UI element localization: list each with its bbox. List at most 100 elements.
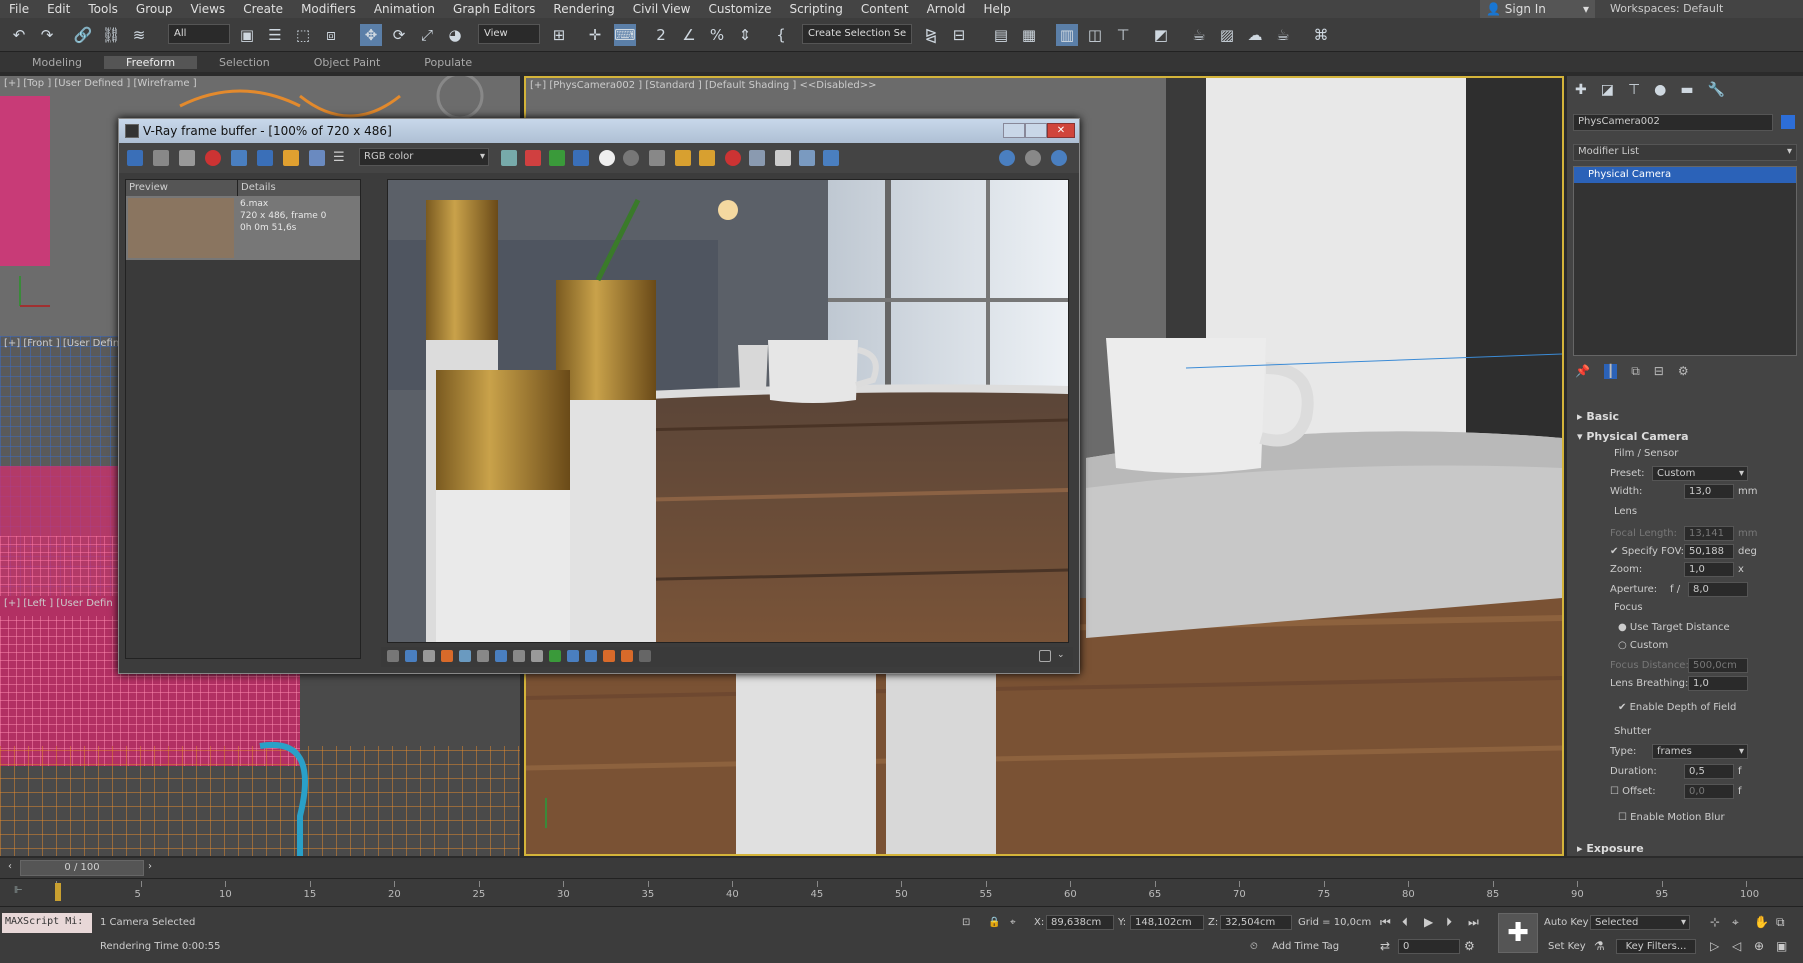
minimize-icon[interactable] [1003, 123, 1025, 138]
color-balance-icon[interactable] [441, 650, 453, 662]
rotate-icon[interactable]: ⟳ [388, 24, 410, 46]
rendered-frame-window-icon[interactable]: ▨ [1216, 24, 1238, 46]
go-to-start-icon[interactable]: ⏮ [1380, 915, 1391, 930]
menu-rendering[interactable]: Rendering [544, 2, 623, 16]
folder-icon[interactable] [675, 150, 691, 166]
menu-customize[interactable]: Customize [699, 2, 780, 16]
menu-help[interactable]: Help [974, 2, 1019, 16]
pivot-icon[interactable]: ⊞ [548, 24, 570, 46]
previous-frame-icon[interactable]: ⏴ [1402, 915, 1408, 930]
flip-v-icon[interactable] [621, 650, 633, 662]
set-key-button[interactable]: Set Key [1548, 941, 1586, 952]
go-to-end-icon[interactable]: ⏭ [1468, 915, 1479, 930]
focal-length-spinner[interactable]: 13,141 [1684, 526, 1734, 541]
window-crossing-icon[interactable]: ⧈ [320, 24, 342, 46]
z-coordinate-field[interactable]: 32,504cm [1220, 915, 1292, 930]
menu-arnold[interactable]: Arnold [918, 2, 975, 16]
zoom-extents-icon[interactable]: ⊹ [1710, 915, 1720, 929]
width-spinner[interactable]: 13,0 [1684, 484, 1734, 499]
key-filters-icon[interactable]: ⚗ [1594, 939, 1605, 953]
rollout-basic[interactable]: ▸ Basic [1577, 410, 1619, 423]
ocio-icon[interactable] [495, 650, 507, 662]
select-manipulate-icon[interactable]: ✛ [584, 24, 606, 46]
menu-edit[interactable]: Edit [38, 2, 79, 16]
scene-explorer-icon[interactable]: ▤ [990, 24, 1012, 46]
history-entry[interactable]: 6.max 720 x 486, frame 0 0h 0m 51,6s [126, 196, 360, 260]
y-coordinate-field[interactable]: 148,102cm [1130, 915, 1204, 930]
display-tab-icon[interactable]: ▬ [1680, 82, 1693, 98]
render-to-texture-icon[interactable]: ⌘ [1310, 24, 1332, 46]
menu-civil-view[interactable]: Civil View [624, 2, 700, 16]
min-max-toggle-icon[interactable]: ▣ [1776, 939, 1787, 953]
auto-key-button[interactable]: Auto Key [1544, 917, 1589, 928]
use-target-distance-radio[interactable]: ● Use Target Distance [1618, 622, 1730, 633]
named-selection-dropdown[interactable]: Create Selection Se [802, 24, 912, 44]
workspaces-selector[interactable]: Workspaces: Default [1610, 0, 1723, 18]
snaps-icon[interactable]: 2 [650, 24, 672, 46]
rect-selection-icon[interactable]: ⬚ [292, 24, 314, 46]
ipr-icon[interactable] [1025, 150, 1041, 166]
specify-fov-checkbox[interactable]: ✔ Specify FOV: [1610, 546, 1684, 557]
edit-named-sel-icon[interactable]: { [770, 24, 792, 46]
icc-icon[interactable] [513, 650, 525, 662]
enable-motion-blur-checkbox[interactable]: ☐ Enable Motion Blur [1618, 812, 1725, 823]
track-bar-toggle-icon[interactable]: ⊩ [14, 885, 23, 896]
time-next-icon[interactable]: › [148, 861, 152, 872]
ribbon-tab-modeling[interactable]: Modeling [10, 56, 104, 69]
menu-create[interactable]: Create [234, 2, 292, 16]
maximize-icon[interactable] [1025, 123, 1047, 138]
settings-sphere-icon[interactable] [1051, 150, 1067, 166]
mirror-icon[interactable]: ⧎ [920, 24, 942, 46]
red-channel-icon[interactable] [525, 150, 541, 166]
mono-sphere-icon[interactable] [623, 150, 639, 166]
stamp-icon[interactable] [567, 650, 579, 662]
levels-icon[interactable] [405, 650, 417, 662]
ribbon-tab-populate[interactable]: Populate [402, 56, 494, 69]
image-icon[interactable] [309, 150, 325, 166]
menu-graph-editors[interactable]: Graph Editors [444, 2, 544, 16]
rollout-exposure[interactable]: ▸ Exposure [1577, 842, 1644, 855]
reference-coord-dropdown[interactable]: View [478, 24, 540, 44]
render-icon[interactable] [999, 150, 1015, 166]
menu-content[interactable]: Content [852, 2, 918, 16]
lens-effects-icon[interactable] [823, 150, 839, 166]
object-color-swatch[interactable] [1781, 115, 1795, 129]
remove-modifier-icon[interactable]: ⊟ [1654, 364, 1664, 379]
utilities-tab-icon[interactable]: 🔧 [1708, 82, 1725, 98]
clipboard-icon[interactable] [699, 150, 715, 166]
align-icon[interactable]: ⊟ [948, 24, 970, 46]
time-config-icon[interactable]: ⚙ [1464, 939, 1475, 953]
history-icon[interactable] [127, 150, 143, 166]
spinner-snap-icon[interactable]: ⇕ [734, 24, 756, 46]
percent-snap-icon[interactable]: % [706, 24, 728, 46]
shutter-type-dropdown[interactable]: frames ▾ [1652, 744, 1748, 759]
keyboard-shortcut-icon[interactable]: ⌨ [614, 24, 636, 46]
unlink-icon[interactable]: ⛓ [100, 24, 122, 46]
menu-animation[interactable]: Animation [365, 2, 444, 16]
walkthrough-icon[interactable]: ▷ [1710, 939, 1719, 953]
absolute-mode-icon[interactable]: ⌖ [1010, 917, 1016, 928]
vfb-title-bar[interactable]: V-Ray frame buffer - [100% of 720 x 486]… [119, 119, 1079, 143]
custom-focus-radio[interactable]: ○ Custom [1618, 640, 1668, 651]
compare-icon[interactable] [231, 150, 247, 166]
lens-breathing-spinner[interactable]: 1,0 [1688, 676, 1748, 691]
flip-h-icon[interactable] [603, 650, 615, 662]
field-of-view-icon[interactable]: ◁ [1732, 939, 1741, 953]
blue-channel-icon[interactable] [573, 150, 589, 166]
exposure-icon[interactable] [459, 650, 471, 662]
test-resolution-icon[interactable] [639, 650, 651, 662]
duration-spinner[interactable]: 0,5 [1684, 764, 1734, 779]
play-icon[interactable]: ▶ [1424, 915, 1433, 929]
menu-scripting[interactable]: Scripting [780, 2, 851, 16]
object-name-field[interactable]: PhysCamera002 [1573, 114, 1773, 131]
undo-icon[interactable]: ↶ [8, 24, 30, 46]
pin-stack-icon[interactable]: 📌 [1575, 364, 1590, 379]
material-editor-icon[interactable]: ◩ [1150, 24, 1172, 46]
stack-item-physical-camera[interactable]: Physical Camera [1574, 167, 1796, 183]
redo-icon[interactable]: ↷ [36, 24, 58, 46]
ribbon-tab-object-paint[interactable]: Object Paint [292, 56, 403, 69]
current-frame-field[interactable]: 0 [1398, 939, 1460, 954]
channel-dropdown[interactable]: RGB color ▾ [359, 148, 489, 166]
fit-window-icon[interactable] [1039, 650, 1051, 662]
display-correction-icon[interactable] [549, 650, 561, 662]
